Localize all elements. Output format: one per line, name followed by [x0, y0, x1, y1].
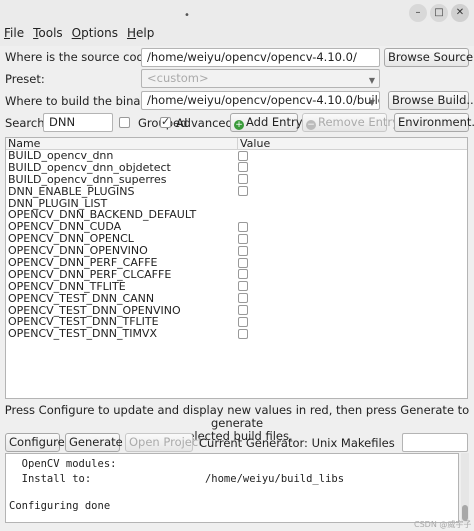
row-name: OPENCV_DNN_TFLITE — [8, 279, 126, 293]
browse-build-button[interactable]: Browse Build... — [388, 91, 474, 110]
advanced-checkbox[interactable] — [160, 115, 171, 128]
status-line-1: Press Configure to update and display ne… — [4, 403, 470, 430]
table-row[interactable]: OPENCV_TEST_DNN_TIMVX — [6, 328, 467, 340]
grouped-checkbox[interactable] — [119, 117, 130, 128]
console-line: Install to: /home/weiyu/build_libs — [9, 473, 345, 485]
table-row[interactable]: OPENCV_TEST_DNN_CANN — [6, 291, 467, 305]
add-entry-label: Add Entry — [246, 115, 303, 129]
table-rows: BUILD_opencv_dnn BUILD_opencv_dnn_objdete… — [6, 150, 467, 340]
source-label: Where is the source code: — [5, 50, 155, 64]
preset-value: <custom> — [147, 71, 209, 85]
environment-button[interactable]: Environment... — [394, 113, 474, 132]
remove-entry-button[interactable]: − Remove Entry — [302, 113, 399, 132]
table-row[interactable]: BUILD_opencv_dnn_objdetect — [6, 161, 467, 174]
chevron-down-icon: ▼ — [368, 98, 375, 107]
add-icon: + — [234, 120, 244, 130]
table-row[interactable]: OPENCV_DNN_TFLITE — [6, 279, 467, 293]
watermark: CSDN @威宇子 — [414, 520, 472, 529]
row-value-checkbox[interactable] — [238, 293, 248, 304]
row-value-checkbox[interactable] — [238, 269, 248, 280]
configure-button[interactable]: Configure — [5, 433, 65, 452]
search-label: Search: — [5, 116, 49, 130]
output-console[interactable]: OpenCV modules: Install to: /home/weiyu/… — [5, 453, 459, 523]
row-value-checkbox[interactable] — [238, 257, 248, 268]
console-line: OpenCV modules: — [9, 458, 117, 470]
remove-icon: − — [306, 120, 316, 130]
row-value-checkbox[interactable] — [238, 233, 248, 244]
chevron-down-icon: ▼ — [368, 76, 375, 85]
column-value-header[interactable]: Value — [237, 138, 270, 150]
title-bar: • File Tools Options Help – □ ✕ — [0, 0, 474, 46]
cache-table[interactable]: Name Value BUILD_opencv_dnn BUILD_opencv_… — [5, 137, 468, 399]
table-row[interactable]: OPENCV_DNN_PERF_CLCAFFE — [6, 268, 467, 281]
row-value-checkbox[interactable] — [238, 221, 248, 232]
row-name: DNN_ENABLE_PLUGINS — [8, 184, 135, 198]
row-value-checkbox[interactable] — [238, 186, 248, 197]
open-project-button[interactable]: Open Project — [125, 433, 203, 452]
menu-options[interactable]: Options — [72, 26, 118, 40]
row-value-checkbox[interactable] — [238, 245, 248, 256]
menu-tools[interactable]: Tools — [33, 26, 63, 40]
advanced-label: Advanced — [176, 116, 233, 130]
menu-bar: File Tools Options Help — [4, 26, 154, 40]
minimize-icon[interactable]: – — [409, 4, 427, 22]
current-generator-label: Current Generator: Unix Makefiles — [199, 436, 395, 450]
output-search-input[interactable] — [402, 433, 468, 452]
row-value-checkbox[interactable] — [238, 150, 248, 161]
menu-help[interactable]: Help — [127, 26, 154, 40]
remove-entry-label: Remove Entry — [318, 115, 399, 129]
row-value-checkbox[interactable] — [238, 162, 248, 173]
row-name: OPENCV_TEST_DNN_CANN — [8, 291, 155, 305]
maximize-icon[interactable]: □ — [430, 4, 448, 22]
row-value-checkbox[interactable] — [238, 305, 248, 316]
browse-source-button[interactable]: Browse Source... — [384, 48, 474, 67]
console-line: Configuring done — [9, 500, 111, 512]
add-entry-button[interactable]: + Add Entry — [230, 113, 303, 132]
table-row[interactable]: BUILD_opencv_dnn_superres — [6, 172, 467, 186]
build-path-select[interactable]: /home/weiyu/opencv/opencv-4.10.0/build ▼ — [141, 91, 380, 110]
preset-select[interactable]: <custom> ▼ — [141, 69, 380, 88]
close-icon[interactable]: ✕ — [451, 4, 469, 22]
row-value-checkbox[interactable] — [238, 281, 248, 292]
row-value-checkbox[interactable] — [238, 174, 248, 185]
row-value-checkbox[interactable] — [238, 328, 248, 339]
console-scrollbar[interactable] — [461, 453, 469, 523]
table-row[interactable]: DNN_ENABLE_PLUGINS — [6, 184, 467, 198]
row-value-checkbox[interactable] — [238, 316, 248, 327]
row-name: OPENCV_TEST_DNN_TIMVX — [8, 327, 157, 341]
source-path-input[interactable]: /home/weiyu/opencv/opencv-4.10.0/ — [141, 48, 380, 67]
row-name: BUILD_opencv_dnn_superres — [8, 172, 167, 186]
title-icon: • — [184, 10, 190, 21]
preset-label: Preset: — [5, 72, 45, 86]
menu-file[interactable]: File — [4, 26, 24, 40]
search-input[interactable]: DNN — [43, 113, 113, 132]
generate-button[interactable]: Generate — [65, 433, 123, 452]
build-path-value: /home/weiyu/opencv/opencv-4.10.0/build — [147, 93, 380, 107]
